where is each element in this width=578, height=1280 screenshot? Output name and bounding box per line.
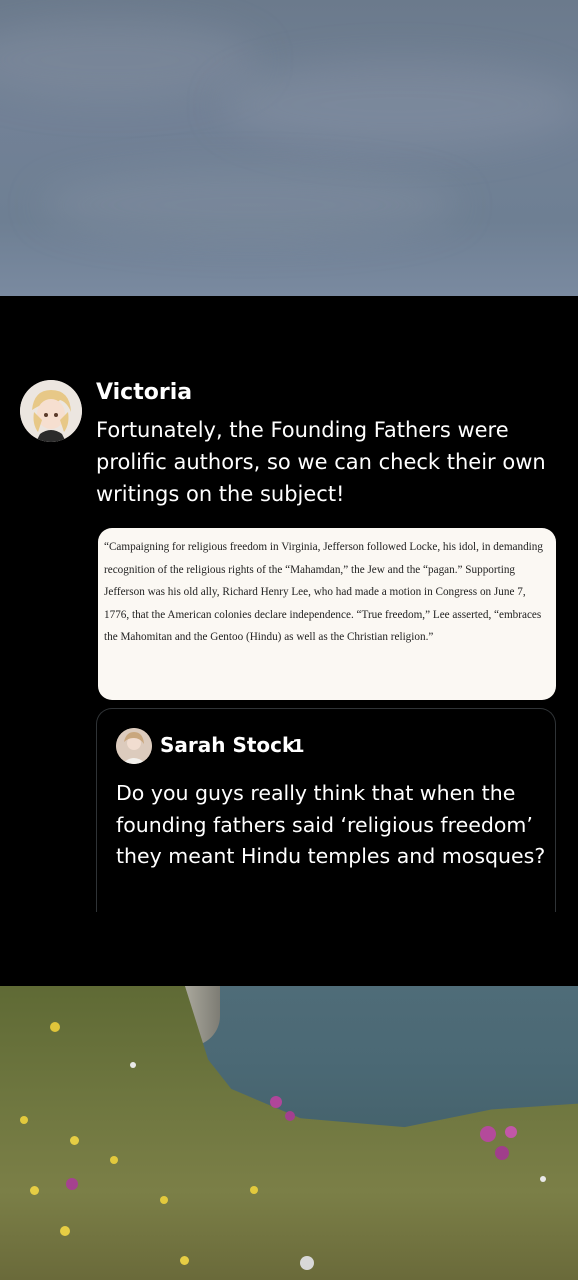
author-name[interactable]: Victoria xyxy=(96,380,192,405)
post-text: Fortunately, the Founding Fathers were p… xyxy=(96,418,546,506)
quoted-author-avatar[interactable] xyxy=(116,728,152,764)
quoted-author-name[interactable]: Sarah Stock xyxy=(160,733,295,757)
anime-avatar-icon xyxy=(20,380,82,442)
sky-background xyxy=(0,0,578,296)
author-avatar[interactable] xyxy=(20,380,82,442)
quoted-excerpt-text: “Campaigning for religious freedom in Vi… xyxy=(104,541,543,643)
profile-photo-icon xyxy=(116,728,152,764)
coastal-meadow-background xyxy=(0,986,578,1280)
quoted-excerpt-image: “Campaigning for religious freedom in Vi… xyxy=(98,528,556,700)
quoted-author-badge: 1 xyxy=(292,736,305,757)
quoted-tweet-text: Do you guys really think that when the f… xyxy=(116,781,546,868)
